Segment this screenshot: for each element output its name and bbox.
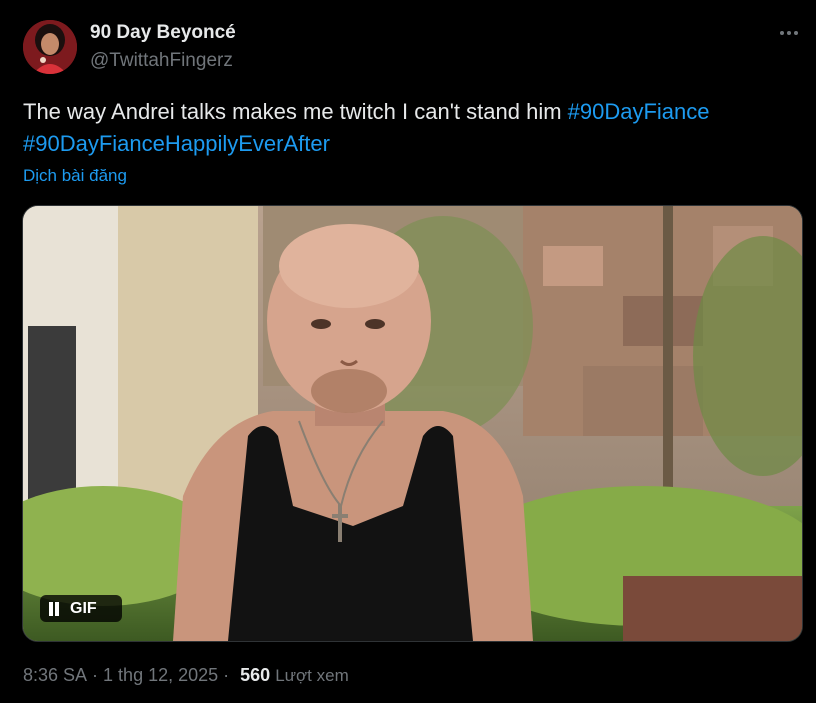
- pause-icon[interactable]: [48, 601, 60, 616]
- gif-media[interactable]: GIF: [22, 205, 803, 642]
- tweet-text: The way Andrei talks makes me twitch I c…: [23, 96, 798, 160]
- author-avatar[interactable]: [23, 20, 77, 74]
- more-options-icon[interactable]: [776, 22, 802, 44]
- gif-badge[interactable]: GIF: [40, 595, 122, 622]
- views-count: 560: [240, 665, 271, 685]
- hashtag-90dayfiancehappilyeverafter[interactable]: #90DayFianceHappilyEverAfter: [23, 131, 330, 156]
- gif-label: GIF: [70, 599, 97, 617]
- translate-post-link[interactable]: Dịch bài đăng: [23, 166, 127, 186]
- author-handle[interactable]: @TwittahFingerz: [90, 50, 233, 72]
- hashtag-90dayfiance[interactable]: #90DayFiance: [568, 99, 710, 124]
- tweet-body: The way Andrei talks makes me twitch I c…: [23, 99, 568, 124]
- meta-separator: ·: [92, 665, 99, 685]
- tweet-meta: 8:36 SA · 1 thg 12, 2025 · 560 Lượt xem: [23, 665, 349, 686]
- author-display-name[interactable]: 90 Day Beyoncé: [90, 22, 236, 44]
- tweet-date[interactable]: 1 thg 12, 2025: [103, 665, 218, 686]
- tweet-time[interactable]: 8:36 SA: [23, 665, 87, 686]
- gif-frame-image: [23, 206, 802, 641]
- meta-separator-2: ·: [223, 665, 230, 685]
- avatar-image: [23, 20, 77, 74]
- views-label: Lượt xem: [275, 665, 349, 685]
